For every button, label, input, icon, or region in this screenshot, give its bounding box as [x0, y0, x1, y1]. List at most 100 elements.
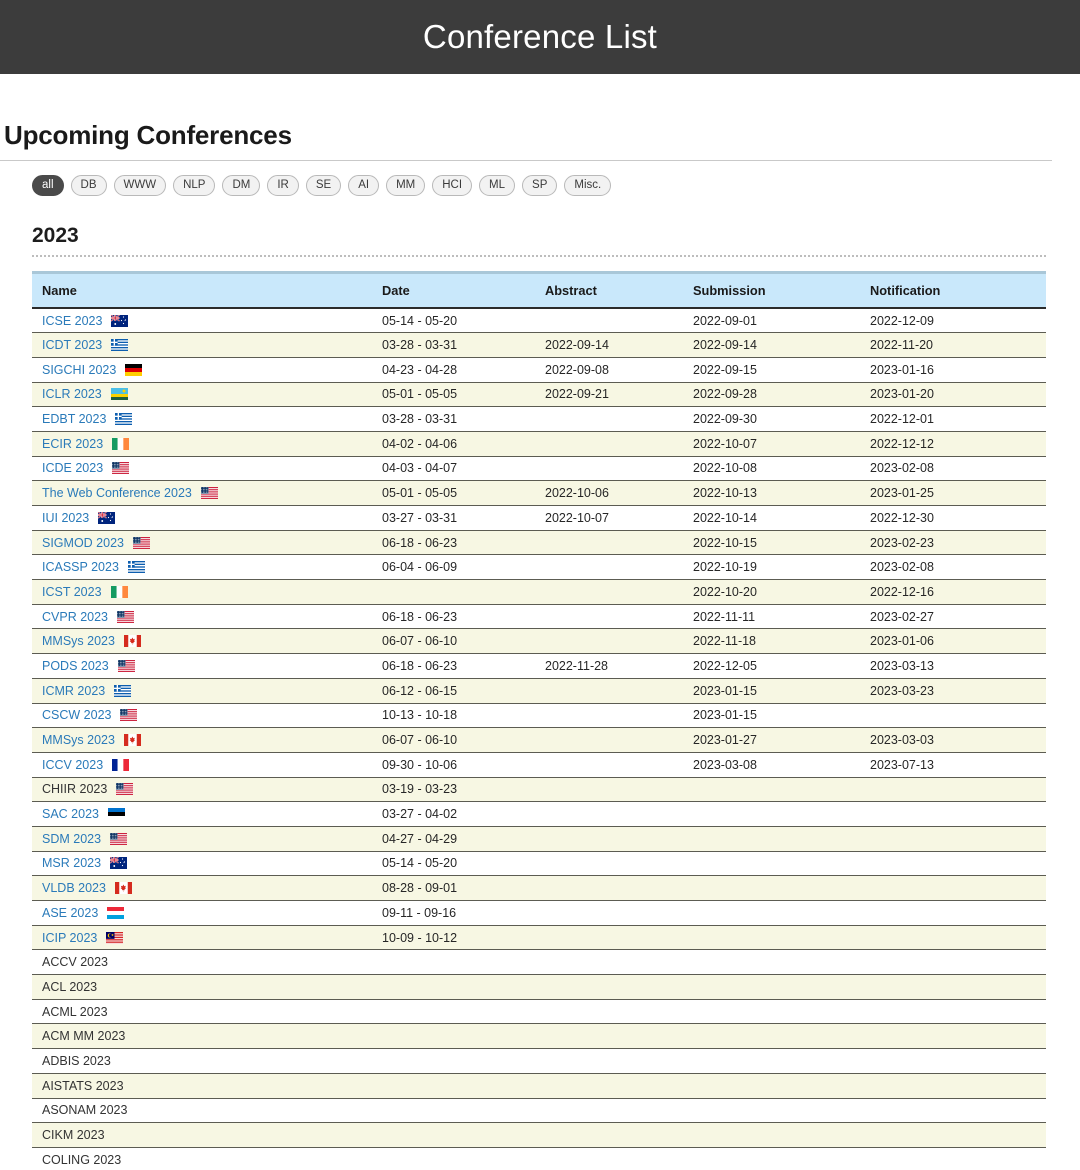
conference-link[interactable]: PODS 2023	[42, 659, 109, 673]
table-row: ICMR 2023 06-12 - 06-15 2023-01-15 2023-03-…	[32, 678, 1046, 704]
filter-tag-mm[interactable]: MM	[386, 175, 426, 196]
cell-name: ICMR 2023	[32, 678, 372, 704]
flag-de-icon	[125, 363, 143, 376]
conference-link[interactable]: The Web Conference 2023	[42, 486, 192, 500]
conference-link[interactable]: ICDE 2023	[42, 461, 103, 475]
conference-link[interactable]: ICDT 2023	[42, 338, 102, 352]
table-row: COLING 2023	[32, 1147, 1046, 1170]
column-header-submission[interactable]: Submission	[683, 274, 860, 309]
filter-tag-ml[interactable]: ML	[479, 175, 516, 196]
cell-name: ASONAM 2023	[32, 1098, 372, 1124]
filter-tag-ir[interactable]: IR	[267, 175, 299, 196]
cell-notification	[860, 1073, 1046, 1099]
column-header-abstract[interactable]: Abstract	[535, 274, 683, 309]
conference-link[interactable]: SIGMOD 2023	[42, 536, 124, 550]
cell-name: ICDE 2023	[32, 456, 372, 482]
conference-link[interactable]: ICIP 2023	[42, 931, 97, 945]
flag-lu-icon	[107, 906, 125, 919]
filter-tag-ai[interactable]: AI	[348, 175, 380, 196]
cell-notification	[860, 851, 1046, 877]
conference-link[interactable]: ASE 2023	[42, 906, 98, 920]
table-row: SIGCHI 2023 04-23 - 04-28 2022-09-08 2022-0…	[32, 357, 1046, 383]
cell-name: IUI 2023	[32, 505, 372, 531]
cell-submission: 2022-11-18	[683, 628, 860, 655]
table-row: ASE 2023 09-11 - 09-16	[32, 900, 1046, 926]
flag-ee-icon	[107, 808, 125, 821]
cell-abstract	[535, 949, 683, 976]
cell-submission: 2023-01-27	[683, 727, 860, 753]
cell-submission	[683, 1073, 860, 1099]
conference-link[interactable]: CVPR 2023	[42, 610, 108, 624]
cell-submission	[683, 1023, 860, 1050]
conference-link[interactable]: ICMR 2023	[42, 684, 105, 698]
cell-notification: 2022-11-20	[860, 332, 1046, 358]
cell-name: CHIIR 2023	[32, 777, 372, 803]
conference-link[interactable]: ICSE 2023	[42, 314, 102, 328]
filter-tag-hci[interactable]: HCI	[432, 175, 473, 196]
column-header-date[interactable]: Date	[372, 274, 535, 309]
year-heading: 2023	[32, 224, 79, 247]
filter-tag-www[interactable]: WWW	[113, 175, 167, 196]
cell-date: 04-23 - 04-28	[372, 357, 535, 383]
column-header-notification[interactable]: Notification	[860, 274, 1046, 309]
cell-submission: 2022-09-14	[683, 332, 860, 358]
cell-abstract	[535, 703, 683, 729]
conference-link[interactable]: ICLR 2023	[42, 387, 102, 401]
conference-link[interactable]: SDM 2023	[42, 832, 101, 846]
conference-link[interactable]: CSCW 2023	[42, 708, 111, 722]
cell-abstract	[535, 579, 683, 605]
cell-submission	[683, 900, 860, 926]
cell-notification: 2023-02-08	[860, 554, 1046, 581]
column-header-name[interactable]: Name	[32, 274, 372, 309]
conference-link[interactable]: SAC 2023	[42, 807, 99, 821]
filter-tag-sp[interactable]: SP	[522, 175, 558, 196]
filter-tag-se[interactable]: SE	[305, 175, 342, 196]
conference-link[interactable]: MSR 2023	[42, 856, 101, 870]
conference-link[interactable]: SIGCHI 2023	[42, 363, 116, 377]
cell-date: 04-27 - 04-29	[372, 826, 535, 852]
cell-submission	[683, 999, 860, 1025]
flag-my-icon	[106, 931, 124, 944]
cell-submission	[683, 875, 860, 901]
conference-name: CIKM 2023	[42, 1128, 105, 1143]
cell-date: 05-14 - 05-20	[372, 308, 535, 334]
filter-tag-dm[interactable]: DM	[222, 175, 261, 196]
flag-us-icon	[200, 487, 218, 500]
flag-us-icon	[112, 462, 130, 475]
cell-date	[372, 1073, 535, 1099]
conference-link[interactable]: IUI 2023	[42, 511, 89, 525]
filter-tag-db[interactable]: DB	[70, 175, 107, 196]
filter-tag-all[interactable]: all	[32, 175, 64, 196]
cell-abstract	[535, 1048, 683, 1074]
conference-link[interactable]: MMSys 2023	[42, 733, 115, 747]
cell-name: COLING 2023	[32, 1147, 372, 1170]
cell-submission: 2022-09-01	[683, 308, 860, 334]
conference-link[interactable]: VLDB 2023	[42, 881, 106, 895]
filter-tag-nlp[interactable]: NLP	[173, 175, 216, 196]
cell-submission: 2022-10-07	[683, 431, 860, 457]
conference-link[interactable]: ICASSP 2023	[42, 560, 119, 574]
cell-abstract	[535, 777, 683, 803]
cell-notification: 2023-01-20	[860, 382, 1046, 408]
cell-submission: 2022-10-20	[683, 579, 860, 605]
cell-abstract	[535, 900, 683, 926]
cell-name: EDBT 2023	[32, 406, 372, 432]
cell-notification	[860, 925, 1046, 951]
conference-link[interactable]: MMSys 2023	[42, 634, 115, 648]
cell-date: 05-01 - 05-05	[372, 382, 535, 408]
cell-submission	[683, 949, 860, 976]
cell-abstract	[535, 530, 683, 556]
page-title: Conference List	[422, 18, 658, 55]
cell-date: 08-28 - 09-01	[372, 875, 535, 901]
cell-date	[372, 1048, 535, 1074]
cell-name: ACML 2023	[32, 999, 372, 1025]
flag-ca-icon	[114, 882, 132, 895]
conference-name: ASONAM 2023	[42, 1103, 128, 1118]
filter-tag-misc[interactable]: Misc.	[564, 175, 612, 196]
conference-link[interactable]: ICCV 2023	[42, 758, 103, 772]
cell-notification	[860, 900, 1046, 926]
cell-abstract: 2022-09-08	[535, 357, 683, 383]
conference-link[interactable]: ICST 2023	[42, 585, 102, 599]
conference-link[interactable]: ECIR 2023	[42, 437, 103, 451]
conference-link[interactable]: EDBT 2023	[42, 412, 106, 426]
